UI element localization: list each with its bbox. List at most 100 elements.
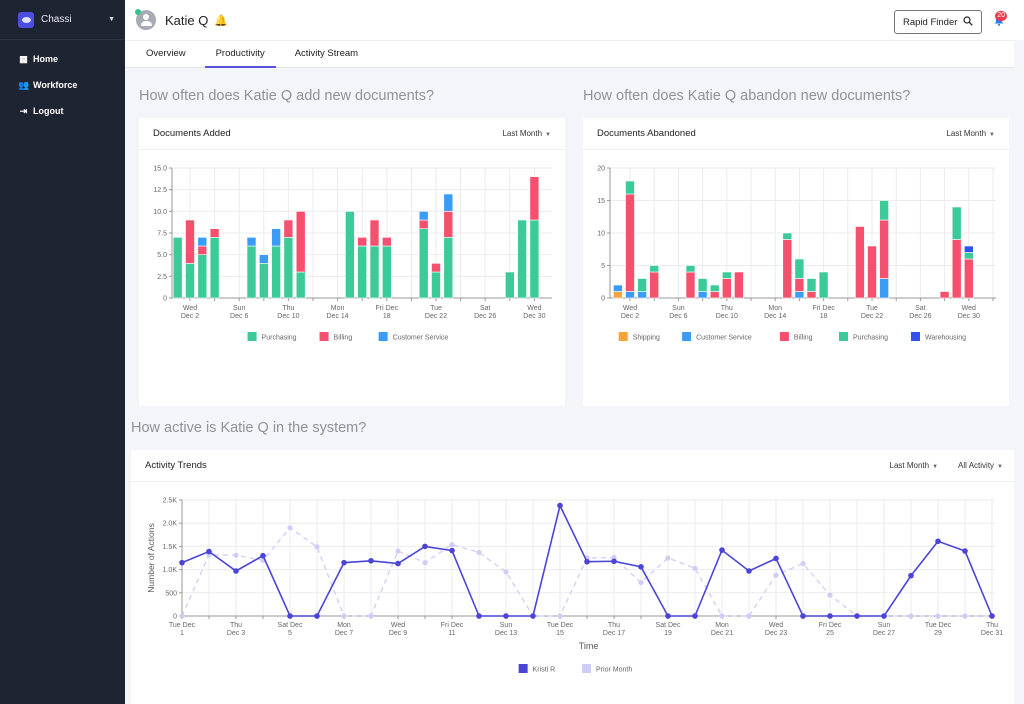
bar-segment-billing bbox=[649, 271, 659, 299]
legend-swatch bbox=[518, 664, 528, 673]
x-tick-label: Dec 13 bbox=[495, 630, 517, 637]
y-tick-label: 0 bbox=[601, 296, 605, 303]
x-tick-label: 25 bbox=[826, 630, 834, 637]
activity-question-heading: How active is Katie Q in the system? bbox=[131, 420, 367, 436]
bar-segment-purchasing bbox=[431, 271, 441, 299]
user-name: Katie Q bbox=[165, 12, 209, 28]
legend-label: Billing bbox=[334, 335, 353, 342]
card-title: Documents Abandoned bbox=[597, 128, 696, 139]
y-tick-label: 2.5K bbox=[163, 498, 178, 505]
bar-segment-purchasing bbox=[504, 271, 515, 299]
bar-segment-billing bbox=[782, 239, 793, 299]
bar-segment-purchasing bbox=[794, 258, 805, 279]
alert-bell-icon[interactable]: 🔔 bbox=[214, 14, 228, 27]
y-tick-label: 7.5 bbox=[157, 231, 167, 238]
data-point-kristi bbox=[719, 547, 725, 553]
page-scrollbar[interactable] bbox=[1014, 40, 1024, 704]
x-tick-label: Tue Dec bbox=[169, 622, 196, 629]
bar-segment-purchasing bbox=[172, 237, 183, 299]
bar-segment-customer-service bbox=[443, 193, 454, 212]
data-point-kristi bbox=[908, 572, 914, 579]
legend-swatch bbox=[319, 332, 329, 341]
data-point-kristi bbox=[827, 613, 833, 619]
bar-segment-purchasing bbox=[963, 252, 974, 260]
bar-segment-billing bbox=[209, 228, 220, 238]
x-tick-label: Dec 22 bbox=[861, 313, 883, 320]
bar-segment-purchasing bbox=[209, 237, 220, 299]
bar-segment-purchasing bbox=[782, 232, 793, 240]
x-tick-label: Wed bbox=[962, 305, 976, 312]
data-point-kristi bbox=[395, 560, 401, 567]
tab-overview[interactable]: Overview bbox=[135, 41, 197, 67]
x-tick-label: Dec 21 bbox=[711, 630, 733, 637]
range-dropdown[interactable]: Last Month ▼ bbox=[502, 129, 551, 138]
bar-segment-purchasing bbox=[637, 278, 647, 292]
range-dropdown[interactable]: Last Month ▼ bbox=[890, 461, 939, 470]
x-tick-label: Mon bbox=[768, 305, 782, 312]
avatar-head bbox=[143, 14, 149, 20]
avatar[interactable] bbox=[135, 9, 156, 30]
legend-swatch bbox=[682, 332, 692, 341]
x-tick-label: Dec 23 bbox=[765, 630, 787, 637]
bar-segment-billing bbox=[951, 239, 962, 299]
rapid-finder-button[interactable]: Rapid Finder bbox=[894, 10, 982, 34]
x-tick-label: Dec 10 bbox=[277, 313, 299, 320]
data-point-kristi bbox=[233, 568, 239, 574]
data-point-kristi bbox=[773, 555, 779, 562]
sidebar-item-workforce[interactable]: 👥 Workforce bbox=[0, 72, 125, 98]
x-tick-label: Sun bbox=[672, 305, 685, 312]
x-tick-label: Thu bbox=[608, 622, 620, 629]
bar-segment-purchasing bbox=[369, 245, 380, 299]
bar-segment-billing bbox=[443, 211, 454, 238]
x-tick-label: Sun bbox=[233, 305, 246, 312]
range-dropdown-label: Last Month bbox=[502, 129, 543, 138]
bar-segment-purchasing bbox=[722, 271, 732, 279]
tab-productivity[interactable]: Productivity bbox=[204, 41, 276, 68]
y-tick-label: 2.0K bbox=[163, 521, 178, 528]
legend-label: Billing bbox=[794, 335, 813, 342]
x-tick-label: Fri Dec bbox=[812, 305, 835, 312]
data-point-kristi bbox=[800, 613, 806, 619]
data-point-prior bbox=[287, 525, 293, 531]
range-dropdown-label: Last Month bbox=[889, 461, 930, 470]
logout-icon: ⇥ bbox=[19, 105, 28, 116]
org-switcher[interactable]: Chassi ▼ bbox=[0, 0, 125, 40]
x-tick-label: Dec 31 bbox=[981, 630, 1003, 637]
bar-segment-purchasing bbox=[357, 245, 367, 299]
tab-activity-stream[interactable]: Activity Stream bbox=[284, 41, 369, 67]
bar-segment-customer-service bbox=[271, 228, 281, 247]
bar-segment-billing bbox=[418, 219, 429, 229]
sidebar-item-logout[interactable]: ⇥ Logout bbox=[0, 98, 125, 124]
x-tick-label: 18 bbox=[820, 313, 828, 320]
bar-segment-customer-service bbox=[259, 254, 269, 264]
bar-segment-billing bbox=[794, 278, 805, 292]
data-point-prior bbox=[395, 548, 401, 554]
x-tick-label: Tue Dec bbox=[925, 622, 952, 629]
y-tick-label: 0 bbox=[173, 614, 177, 621]
legend-label: Customer Service bbox=[393, 335, 449, 342]
sidebar-item-home[interactable]: ▦ Home bbox=[0, 46, 125, 72]
activity-trends-card: Activity Trends Last Month ▼ All Activity… bbox=[131, 450, 1017, 704]
users-icon: 👥 bbox=[18, 79, 30, 90]
card-title: Documents Added bbox=[153, 128, 231, 139]
data-point-prior bbox=[665, 555, 671, 561]
x-tick-label: Dec 2 bbox=[181, 313, 199, 320]
bar-segment-purchasing bbox=[806, 278, 817, 292]
activity-filter-dropdown[interactable]: All Activity ▼ bbox=[958, 461, 1003, 470]
legend-swatch bbox=[378, 332, 388, 341]
bar-segment-billing bbox=[685, 271, 696, 299]
y-axis-title: Number of Actions bbox=[146, 523, 156, 592]
x-tick-label: Thu bbox=[282, 305, 294, 312]
x-tick-label: Dec 30 bbox=[523, 313, 545, 320]
range-dropdown[interactable]: Last Month ▼ bbox=[946, 129, 995, 138]
legend-swatch bbox=[911, 332, 920, 341]
data-point-prior bbox=[800, 560, 806, 567]
activity-filter-label: All Activity bbox=[958, 461, 995, 470]
bar-segment-purchasing bbox=[649, 265, 659, 273]
bar-segment-purchasing bbox=[625, 180, 635, 195]
data-point-prior bbox=[476, 549, 482, 556]
bar-segment-purchasing bbox=[345, 211, 355, 299]
legend-swatch bbox=[839, 332, 848, 341]
x-tick-label: 18 bbox=[383, 313, 391, 320]
x-tick-label: Dec 6 bbox=[669, 313, 687, 320]
